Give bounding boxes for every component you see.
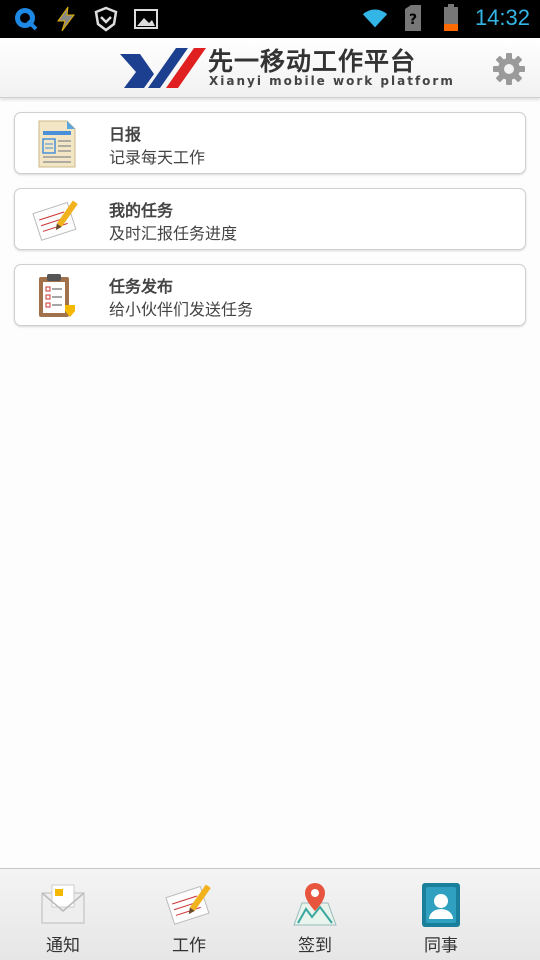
menu-item-daily-report[interactable]: 日报 记录每天工作 <box>14 112 526 174</box>
menu-item-my-tasks[interactable]: 我的任务 及时汇报任务进度 <box>14 188 526 250</box>
gear-icon[interactable] <box>492 52 526 86</box>
flash-icon <box>52 5 80 33</box>
wifi-icon <box>361 4 389 32</box>
menu-item-subtitle: 给小伙伴们发送任务 <box>109 300 254 319</box>
q-app-icon <box>12 5 40 33</box>
menu-item-publish-task[interactable]: 任务发布 给小伙伴们发送任务 <box>14 264 526 326</box>
clock: 14:32 <box>474 5 530 30</box>
daily-report-icon <box>31 119 81 169</box>
bottom-navigation: 通知 工作 签到 同事 <box>0 868 540 960</box>
nav-label: 工作 <box>172 936 206 956</box>
menu-item-title: 日报 <box>109 125 142 144</box>
app-title: 先一移动工作平台 <box>208 47 417 76</box>
app-subtitle: Xianyi mobile work platform <box>209 74 455 88</box>
company-logo <box>118 44 208 92</box>
nav-tab-notifications[interactable]: 通知 <box>0 869 126 960</box>
status-bar-notifications <box>12 5 160 33</box>
menu-item-subtitle: 记录每天工作 <box>109 148 206 167</box>
publish-task-icon <box>31 271 81 321</box>
nav-tab-colleagues[interactable]: 同事 <box>378 869 504 960</box>
menu-item-title: 任务发布 <box>109 277 174 296</box>
nav-tab-work[interactable]: 工作 <box>126 869 252 960</box>
status-bar-system: ? 14:32 <box>361 4 530 32</box>
check-in-map-icon <box>290 879 340 929</box>
my-tasks-icon <box>31 195 81 245</box>
work-pencil-icon <box>164 879 214 929</box>
sim-unknown-icon: ? <box>399 4 427 32</box>
menu-item-subtitle: 及时汇报任务进度 <box>109 224 238 243</box>
app-header: 先一移动工作平台 Xianyi mobile work platform <box>0 38 540 98</box>
nav-label: 签到 <box>298 936 332 956</box>
menu-item-title: 我的任务 <box>109 201 174 220</box>
status-bar: ? 14:32 <box>0 0 540 38</box>
shield-icon <box>92 5 120 33</box>
image-icon <box>132 5 160 33</box>
nav-label: 同事 <box>424 936 458 956</box>
colleagues-contact-icon <box>416 879 466 929</box>
notification-envelope-icon <box>38 879 88 929</box>
nav-label: 通知 <box>46 936 80 956</box>
nav-tab-check-in[interactable]: 签到 <box>252 869 378 960</box>
svg-text:?: ? <box>409 12 417 28</box>
battery-icon <box>437 4 465 32</box>
